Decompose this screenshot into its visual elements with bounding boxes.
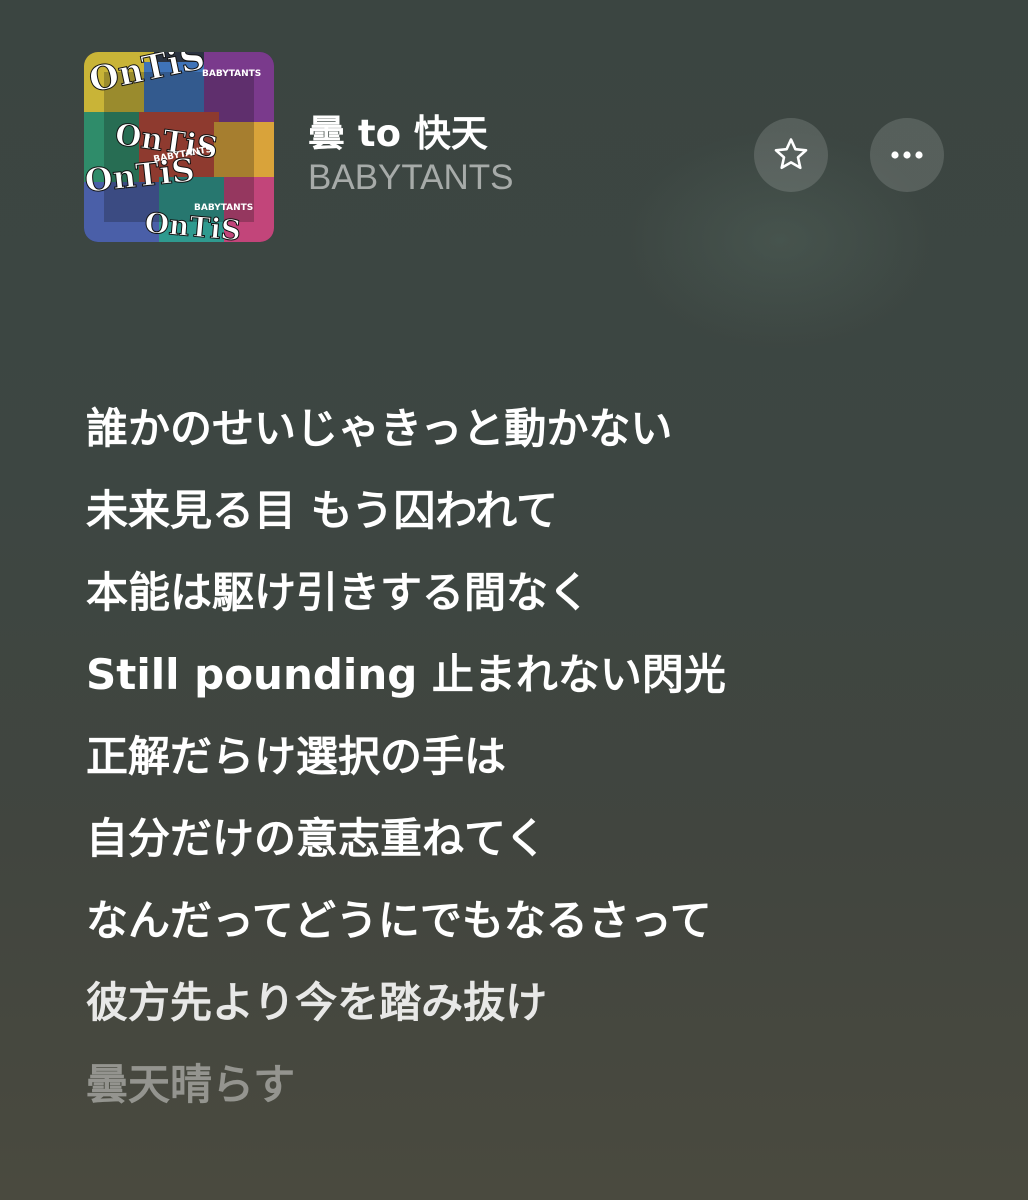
lyric-line[interactable]: 彼方先より今を踏み抜け	[86, 962, 988, 1044]
lyric-line[interactable]: 正解だらけ選択の手は	[86, 716, 988, 798]
svg-text:BABYTANTS: BABYTANTS	[202, 69, 261, 79]
now-playing-header: OnTiS OnTiS OnTiS OnTiS BABYTANTS BABYTA…	[84, 50, 944, 242]
track-title[interactable]: 曇 to 快天	[308, 112, 514, 156]
track-artist[interactable]: BABYTANTS	[308, 156, 514, 200]
ellipsis-icon	[891, 151, 923, 159]
lyric-line[interactable]: 未来見る目 もう囚われて	[86, 470, 988, 552]
svg-text:BABYTANTS: BABYTANTS	[194, 203, 253, 213]
lyric-line[interactable]: 誰かのせいじゃきっと動かない	[86, 388, 988, 470]
lyric-line[interactable]: なんだってどうにでもなるさって	[86, 880, 988, 962]
lyric-line[interactable]: 自分だけの意志重ねてく	[86, 798, 988, 880]
favorite-button[interactable]	[754, 118, 828, 192]
album-artwork[interactable]: OnTiS OnTiS OnTiS OnTiS BABYTANTS BABYTA…	[84, 52, 274, 242]
lyric-line[interactable]: Still pounding 止まれない閃光	[86, 634, 988, 716]
lyric-line[interactable]: 本能は駆け引きする間なく	[86, 552, 988, 634]
track-info: 曇 to 快天 BABYTANTS	[308, 112, 514, 200]
lyrics-view[interactable]: 誰かのせいじゃきっと動かない 未来見る目 もう囚われて 本能は駆け引きする間なく…	[86, 388, 988, 1126]
album-artwork-image: OnTiS OnTiS OnTiS OnTiS BABYTANTS BABYTA…	[84, 52, 274, 242]
more-options-button[interactable]	[870, 118, 944, 192]
lyric-line-upcoming[interactable]: 曇天晴らす	[86, 1044, 988, 1126]
star-outline-icon	[774, 138, 808, 170]
